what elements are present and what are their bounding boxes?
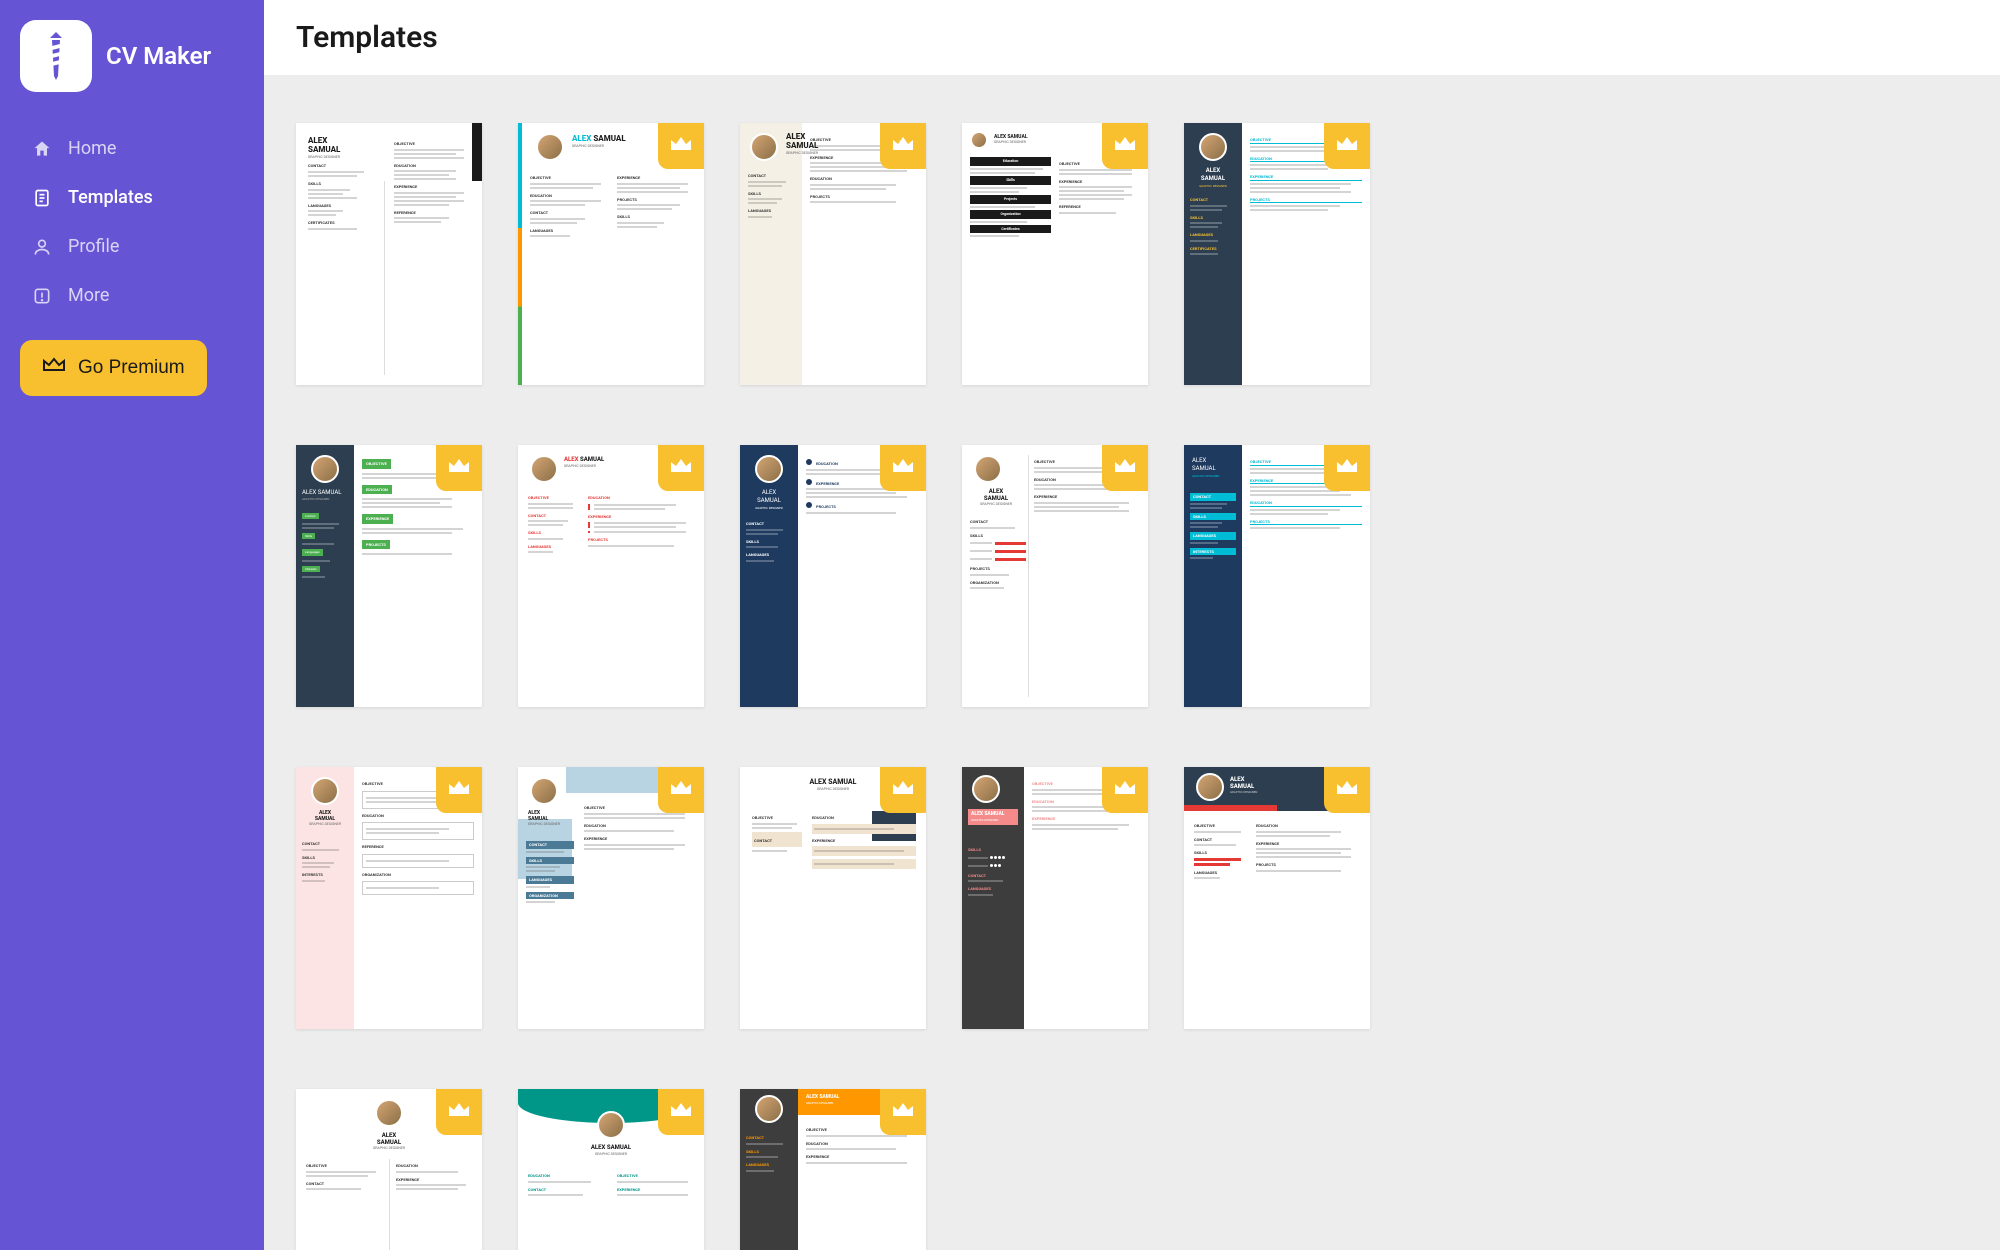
template-card[interactable]: ALEXSAMUALGRAPHIC DESIGNER Contact Skill…: [1184, 123, 1370, 385]
premium-badge: [658, 1089, 704, 1135]
sidebar-item-home[interactable]: Home: [20, 124, 244, 173]
sidebar-item-profile[interactable]: Profile: [20, 222, 244, 271]
template-card[interactable]: ALEX SAMUALGRAPHIC DESIGNER Objective Co…: [740, 767, 926, 1029]
crown-icon: [891, 457, 915, 479]
premium-badge: [880, 767, 926, 813]
crown-icon: [891, 135, 915, 157]
template-card[interactable]: ALEX SAMUALGRAPHIC DESIGNER Education Co…: [518, 1089, 704, 1250]
home-icon: [32, 139, 52, 159]
premium-badge: [436, 1089, 482, 1135]
template-card[interactable]: ALEX SAMUALGRAPHIC DESIGNER Objective Ed…: [518, 123, 704, 385]
premium-badge: [1324, 445, 1370, 491]
sidebar-item-more[interactable]: More: [20, 271, 244, 320]
template-card[interactable]: ALEX SAMUALGRAPHIC DESIGNER Contact Skil…: [296, 445, 482, 707]
template-card[interactable]: ALEXSAMUALGRAPHIC DESIGNER Contact Skill…: [740, 123, 926, 385]
premium-badge: [880, 1089, 926, 1135]
crown-icon: [1335, 457, 1359, 479]
crown-icon: [669, 135, 693, 157]
profile-icon: [32, 237, 52, 257]
main: Templates ALEXSAMUALGRAPHIC DESIGNER Con…: [264, 0, 2000, 1250]
template-card[interactable]: ALEX SAMUALGRAPHIC DESIGNER Objective Co…: [518, 445, 704, 707]
premium-badge: [1324, 123, 1370, 169]
templates-icon: [32, 188, 52, 208]
sidebar-item-label: Home: [68, 138, 116, 159]
go-premium-button[interactable]: Go Premium: [20, 340, 207, 396]
premium-badge: [880, 123, 926, 169]
premium-badge: [1102, 445, 1148, 491]
page-header: Templates: [264, 0, 2000, 75]
template-card[interactable]: ALEXSAMUALGRAPHIC DESIGNER Contact Skill…: [518, 767, 704, 1029]
template-card[interactable]: ALEXSAMUALGRAPHIC DESIGNER Objective Con…: [296, 1089, 482, 1250]
sidebar: CV Maker Home Templates Profile More Go …: [0, 0, 264, 1250]
crown-icon: [447, 1101, 471, 1123]
premium-badge: [1102, 767, 1148, 813]
crown-icon: [891, 779, 915, 801]
premium-badge: [436, 767, 482, 813]
sidebar-item-templates[interactable]: Templates: [20, 173, 244, 222]
sidebar-item-label: Templates: [68, 187, 153, 208]
premium-badge: [1102, 123, 1148, 169]
premium-badge: [1324, 767, 1370, 813]
crown-icon: [891, 1101, 915, 1123]
page-title: Templates: [296, 20, 438, 55]
template-card[interactable]: ALEXSAMUALGRAPHIC DESIGNER Contact Skill…: [296, 123, 482, 385]
app-name: CV Maker: [106, 42, 211, 70]
crown-icon: [669, 457, 693, 479]
template-card[interactable]: ALEXSAMUALGRAPHIC DESIGNER Contact Skill…: [1184, 445, 1370, 707]
premium-badge: [658, 767, 704, 813]
sidebar-item-label: Profile: [68, 236, 119, 257]
template-card[interactable]: ALEX SAMUALGRAPHIC DESIGNER Education Sk…: [962, 123, 1148, 385]
crown-icon: [447, 457, 471, 479]
crown-icon: [1113, 135, 1137, 157]
templates-content: ALEXSAMUALGRAPHIC DESIGNER Contact Skill…: [264, 75, 2000, 1250]
more-icon: [32, 286, 52, 306]
template-card[interactable]: ALEX SAMUALGRAPHIC DESIGNER Contact Skil…: [740, 1089, 926, 1250]
crown-icon: [669, 1101, 693, 1123]
template-card[interactable]: ALEXSAMUALGRAPHIC DESIGNER Objective Con…: [1184, 767, 1370, 1029]
template-card[interactable]: ALEXSAMUALGRAPHIC DESIGNER Contact Skill…: [740, 445, 926, 707]
template-card[interactable]: ALEXSAMUALGRAPHIC DESIGNER Contact Skill…: [296, 767, 482, 1029]
premium-badge: [436, 445, 482, 491]
crown-icon: [669, 779, 693, 801]
crown-icon: [1113, 457, 1137, 479]
premium-badge: [658, 445, 704, 491]
crown-icon: [42, 356, 66, 380]
premium-badge: [658, 123, 704, 169]
crown-icon: [1335, 779, 1359, 801]
app-logo: [20, 20, 92, 92]
sidebar-item-label: More: [68, 285, 109, 306]
premium-button-label: Go Premium: [78, 357, 185, 379]
crown-icon: [1335, 135, 1359, 157]
premium-badge: [880, 445, 926, 491]
app-logo-row: CV Maker: [20, 20, 244, 92]
crown-icon: [447, 779, 471, 801]
crown-icon: [1113, 779, 1137, 801]
template-card[interactable]: ALEX SAMUALGRAPHIC DESIGNER Skills Conta…: [962, 767, 1148, 1029]
templates-grid: ALEXSAMUALGRAPHIC DESIGNER Contact Skill…: [296, 123, 1968, 1250]
template-card[interactable]: ALEXSAMUALGRAPHIC DESIGNER Contact Skill…: [962, 445, 1148, 707]
